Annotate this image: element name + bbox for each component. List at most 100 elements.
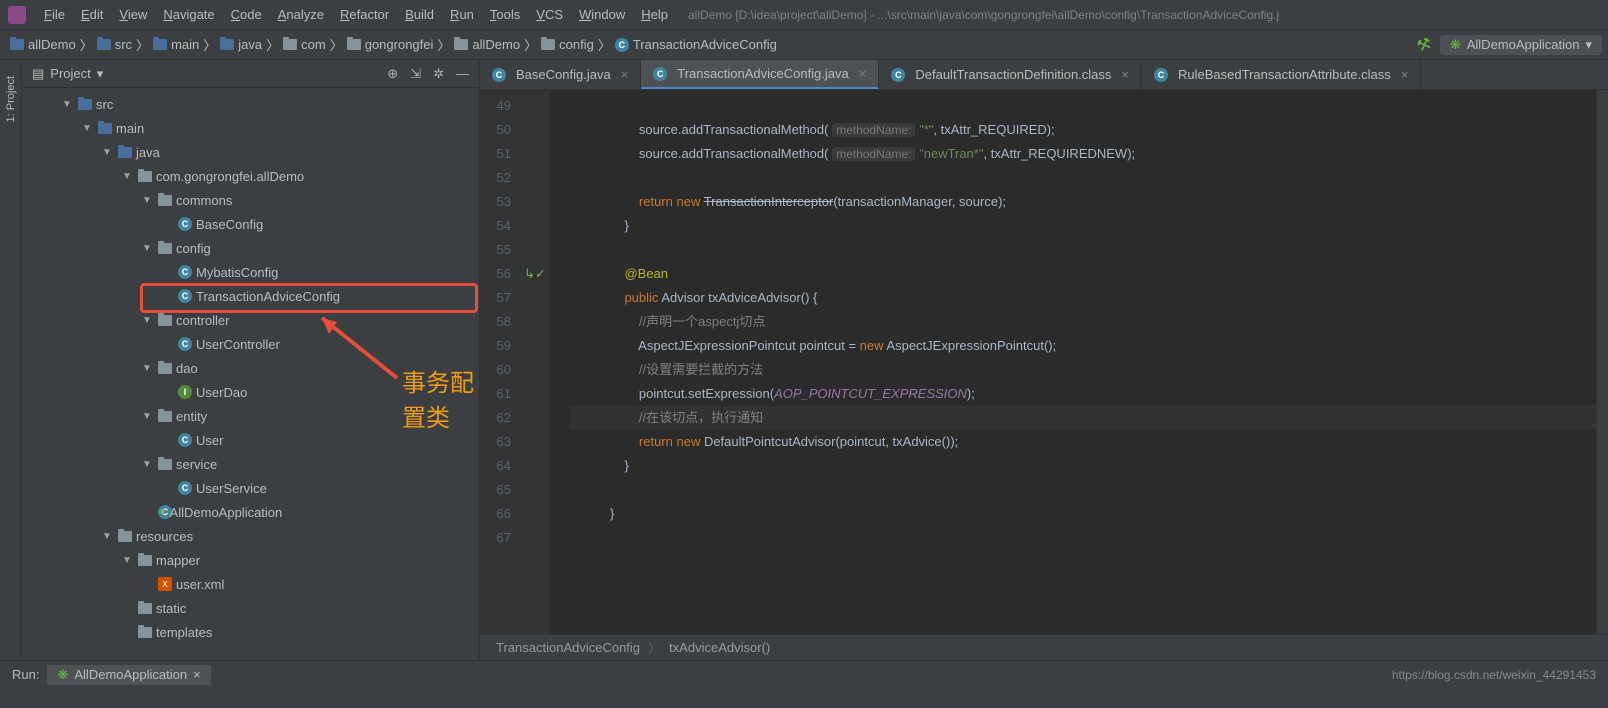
menu-help[interactable]: Help bbox=[633, 7, 676, 22]
tree-item[interactable]: ▼resources bbox=[22, 524, 479, 548]
tree-item[interactable]: ▼mapper bbox=[22, 548, 479, 572]
close-icon[interactable]: × bbox=[1401, 67, 1409, 82]
breadcrumb-item[interactable]: TransactionAdviceConfig bbox=[611, 37, 781, 52]
code-line[interactable]: return new TransactionInterceptor(transa… bbox=[570, 190, 1596, 214]
folder-icon bbox=[97, 39, 111, 50]
menu-build[interactable]: Build bbox=[397, 7, 442, 22]
breadcrumb-item[interactable]: config bbox=[537, 37, 598, 52]
window-title-path: allDemo [D:\idea\project\allDemo] - ...\… bbox=[688, 8, 1279, 22]
breadcrumb-item[interactable]: allDemo bbox=[6, 37, 80, 52]
editor-body: 49505152535455565758596061626364656667 ↳… bbox=[480, 90, 1608, 634]
code-line[interactable]: //设置需要拦截的方法 bbox=[570, 358, 1596, 382]
chevron-down-icon: ▾ bbox=[1585, 37, 1592, 53]
build-icon[interactable]: ⚒ bbox=[1414, 33, 1434, 57]
settings-icon[interactable]: ✲ bbox=[433, 66, 444, 82]
editor-crumb-bar[interactable]: TransactionAdviceConfig 〉 txAdviceAdviso… bbox=[480, 634, 1608, 660]
project-tool-tab[interactable]: 1: Project bbox=[3, 70, 19, 128]
run-config-selector[interactable]: ❋ AllDemoApplication ▾ bbox=[1440, 35, 1602, 55]
menu-edit[interactable]: Edit bbox=[73, 7, 111, 22]
code-line[interactable] bbox=[570, 478, 1596, 502]
tree-item[interactable]: ▼commons bbox=[22, 188, 479, 212]
breadcrumb-item[interactable]: com bbox=[279, 37, 330, 52]
tree-item[interactable]: ▼java bbox=[22, 140, 479, 164]
menu-navigate[interactable]: Navigate bbox=[155, 7, 222, 22]
tree-item[interactable]: ❋AllDemoApplication bbox=[22, 500, 479, 524]
editor-tab[interactable]: BaseConfig.java× bbox=[480, 60, 641, 89]
tree-item-label: entity bbox=[176, 409, 207, 424]
code-line[interactable] bbox=[570, 238, 1596, 262]
locate-icon[interactable]: ⊕ bbox=[387, 66, 398, 82]
expand-icon[interactable]: ⇲ bbox=[410, 66, 421, 82]
code-line[interactable]: AspectJExpressionPointcut pointcut = new… bbox=[570, 334, 1596, 358]
breadcrumb-item[interactable]: main bbox=[149, 37, 203, 52]
code-line[interactable]: //在该切点，执行通知 bbox=[570, 406, 1596, 430]
project-tree[interactable]: 事务配置类 ▼src▼main▼java▼com.gongrongfei.all… bbox=[22, 88, 479, 660]
breadcrumb-item[interactable]: gongrongfei bbox=[343, 37, 438, 52]
folder-icon bbox=[158, 315, 172, 326]
code-line[interactable]: } bbox=[570, 502, 1596, 526]
tree-item[interactable]: user.xml bbox=[22, 572, 479, 596]
menu-view[interactable]: View bbox=[111, 7, 155, 22]
code-line[interactable]: source.addTransactionalMethod( methodNam… bbox=[570, 118, 1596, 142]
tree-item[interactable]: ▼controller bbox=[22, 308, 479, 332]
run-tool-window-tab[interactable]: Run: ❋ AllDemoApplication × bbox=[12, 665, 211, 685]
class-icon bbox=[178, 265, 192, 279]
tree-item[interactable]: UserService bbox=[22, 476, 479, 500]
editor-tab[interactable]: DefaultTransactionDefinition.class× bbox=[879, 60, 1142, 89]
tree-item[interactable]: MybatisConfig bbox=[22, 260, 479, 284]
class-icon bbox=[653, 67, 667, 81]
editor-scrollbar[interactable] bbox=[1596, 90, 1608, 634]
code-line[interactable]: @Bean bbox=[570, 262, 1596, 286]
watermark-text: https://blog.csdn.net/weixin_44291453 bbox=[1392, 668, 1596, 682]
code-line[interactable]: public Advisor txAdviceAdvisor() { bbox=[570, 286, 1596, 310]
active-run-config[interactable]: ❋ AllDemoApplication × bbox=[47, 665, 210, 685]
crumb-class[interactable]: TransactionAdviceConfig bbox=[496, 640, 640, 655]
menu-file[interactable]: File bbox=[36, 7, 73, 22]
tree-item[interactable]: UserController bbox=[22, 332, 479, 356]
editor-tab[interactable]: RuleBasedTransactionAttribute.class× bbox=[1142, 60, 1421, 89]
code-line[interactable]: return new DefaultPointcutAdvisor(pointc… bbox=[570, 430, 1596, 454]
code-line[interactable] bbox=[570, 166, 1596, 190]
code-line[interactable]: } bbox=[570, 214, 1596, 238]
code-line[interactable]: //声明一个aspectj切点 bbox=[570, 310, 1596, 334]
code-line[interactable] bbox=[570, 94, 1596, 118]
editor-tab[interactable]: TransactionAdviceConfig.java× bbox=[641, 60, 879, 89]
folder-icon bbox=[347, 39, 361, 50]
tree-item[interactable]: ▼main bbox=[22, 116, 479, 140]
menu-window[interactable]: Window bbox=[571, 7, 633, 22]
code-line[interactable]: } bbox=[570, 454, 1596, 478]
tree-item[interactable]: TransactionAdviceConfig bbox=[22, 284, 479, 308]
close-icon[interactable]: × bbox=[621, 67, 629, 82]
breadcrumb-item[interactable]: java bbox=[216, 37, 266, 52]
code-line[interactable]: pointcut.setExpression(AOP_POINTCUT_EXPR… bbox=[570, 382, 1596, 406]
menu-run[interactable]: Run bbox=[442, 7, 482, 22]
crumb-method[interactable]: txAdviceAdvisor() bbox=[669, 640, 770, 655]
close-icon[interactable]: × bbox=[859, 66, 867, 81]
code-editor[interactable]: source.addTransactionalMethod( methodNam… bbox=[550, 90, 1596, 634]
tree-item[interactable]: BaseConfig bbox=[22, 212, 479, 236]
collapse-icon[interactable]: — bbox=[456, 66, 469, 81]
tree-item[interactable]: ▼src bbox=[22, 92, 479, 116]
tree-item[interactable]: ▼config bbox=[22, 236, 479, 260]
close-icon[interactable]: × bbox=[1121, 67, 1129, 82]
chevron-down-icon[interactable]: ▾ bbox=[97, 66, 104, 82]
breadcrumb-item[interactable]: src bbox=[93, 37, 136, 52]
editor-area: BaseConfig.java×TransactionAdviceConfig.… bbox=[480, 60, 1608, 660]
menu-refactor[interactable]: Refactor bbox=[332, 7, 397, 22]
project-panel: ▤ Project ▾ ⊕ ⇲ ✲ — 事务配置类 ▼src▼main▼java… bbox=[22, 60, 480, 660]
line-gutter[interactable]: 49505152535455565758596061626364656667 bbox=[480, 90, 520, 634]
menu-tools[interactable]: Tools bbox=[482, 7, 528, 22]
code-line[interactable] bbox=[570, 526, 1596, 550]
menu-code[interactable]: Code bbox=[223, 7, 270, 22]
code-line[interactable]: source.addTransactionalMethod( methodNam… bbox=[570, 142, 1596, 166]
project-view-icon: ▤ bbox=[32, 66, 44, 82]
tree-item[interactable]: static bbox=[22, 596, 479, 620]
tree-item[interactable]: ▼service bbox=[22, 452, 479, 476]
close-icon[interactable]: × bbox=[193, 667, 201, 682]
breadcrumb-item[interactable]: allDemo bbox=[450, 37, 524, 52]
bottom-bar: Run: ❋ AllDemoApplication × https://blog… bbox=[0, 660, 1608, 688]
menu-vcs[interactable]: VCS bbox=[528, 7, 571, 22]
tree-item[interactable]: ▼com.gongrongfei.allDemo bbox=[22, 164, 479, 188]
menu-analyze[interactable]: Analyze bbox=[270, 7, 332, 22]
tree-item[interactable]: templates bbox=[22, 620, 479, 644]
